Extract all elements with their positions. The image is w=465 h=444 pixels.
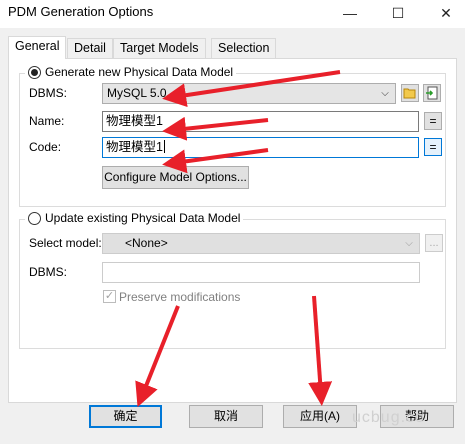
- generate-new-radio-row[interactable]: Generate new Physical Data Model: [25, 65, 237, 79]
- code-input-value: 物理模型1: [106, 140, 163, 154]
- tab-general[interactable]: General: [8, 36, 67, 59]
- cancel-button[interactable]: 取消: [189, 405, 263, 428]
- generate-new-label: Generate new Physical Data Model: [45, 65, 234, 79]
- update-existing-radio-row[interactable]: Update existing Physical Data Model: [25, 211, 244, 225]
- tab-detail[interactable]: Detail: [67, 38, 113, 58]
- update-dbms-input[interactable]: [102, 262, 420, 283]
- open-folder-button[interactable]: [401, 84, 419, 102]
- text-caret: [163, 140, 165, 153]
- update-dbms-label: DBMS:: [29, 265, 68, 279]
- browse-model-button[interactable]: ...: [425, 234, 443, 252]
- dialog-body: General Detail Target Models Selection G…: [0, 28, 465, 444]
- minimize-icon[interactable]: —: [332, 0, 368, 28]
- name-input-value: 物理模型1: [106, 114, 163, 128]
- dbms-select[interactable]: MySQL 5.0 ⌵: [102, 83, 396, 104]
- generate-new-radio[interactable]: [28, 65, 41, 79]
- tab-target-models[interactable]: Target Models: [113, 38, 206, 58]
- chevron-down-icon: ⌵: [405, 238, 413, 249]
- general-tab-panel: Generate new Physical Data Model DBMS: M…: [8, 58, 457, 403]
- name-eq-button[interactable]: =: [424, 112, 442, 130]
- select-model-label: Select model:: [29, 236, 102, 250]
- code-label: Code:: [29, 140, 62, 154]
- dbms-select-value: MySQL 5.0: [107, 86, 167, 100]
- title-bar: PDM Generation Options — ☐ ✕: [0, 0, 465, 28]
- apply-button[interactable]: 应用(A): [283, 405, 357, 428]
- chevron-down-icon: ⌵: [381, 88, 389, 99]
- configure-model-options-button[interactable]: Configure Model Options...: [102, 166, 249, 189]
- code-input[interactable]: 物理模型1: [102, 137, 419, 158]
- generate-new-group: Generate new Physical Data Model DBMS: M…: [19, 65, 446, 207]
- tab-selection[interactable]: Selection: [211, 38, 277, 58]
- update-existing-radio[interactable]: [28, 211, 41, 225]
- ok-button[interactable]: 确定: [89, 405, 162, 428]
- code-eq-button[interactable]: =: [424, 138, 442, 156]
- preserve-modifications-label: Preserve modifications: [119, 290, 241, 304]
- close-icon[interactable]: ✕: [428, 0, 464, 28]
- dbms-label: DBMS:: [29, 86, 68, 100]
- window-title: PDM Generation Options: [8, 4, 154, 19]
- name-label: Name:: [29, 114, 65, 128]
- preserve-modifications-checkbox[interactable]: ✓: [103, 290, 116, 303]
- select-model-select[interactable]: <None> ⌵: [102, 233, 420, 254]
- name-input[interactable]: 物理模型1: [102, 111, 419, 132]
- update-existing-group: Update existing Physical Data Model Sele…: [19, 211, 446, 349]
- update-existing-label: Update existing Physical Data Model: [45, 211, 241, 225]
- select-model-value: <None>: [125, 236, 168, 250]
- dbms-properties-button[interactable]: [423, 84, 441, 102]
- folder-icon: [403, 88, 416, 99]
- maximize-icon[interactable]: ☐: [380, 0, 416, 28]
- watermark-text: ucbug.co: [352, 409, 425, 426]
- properties-icon: [426, 86, 438, 100]
